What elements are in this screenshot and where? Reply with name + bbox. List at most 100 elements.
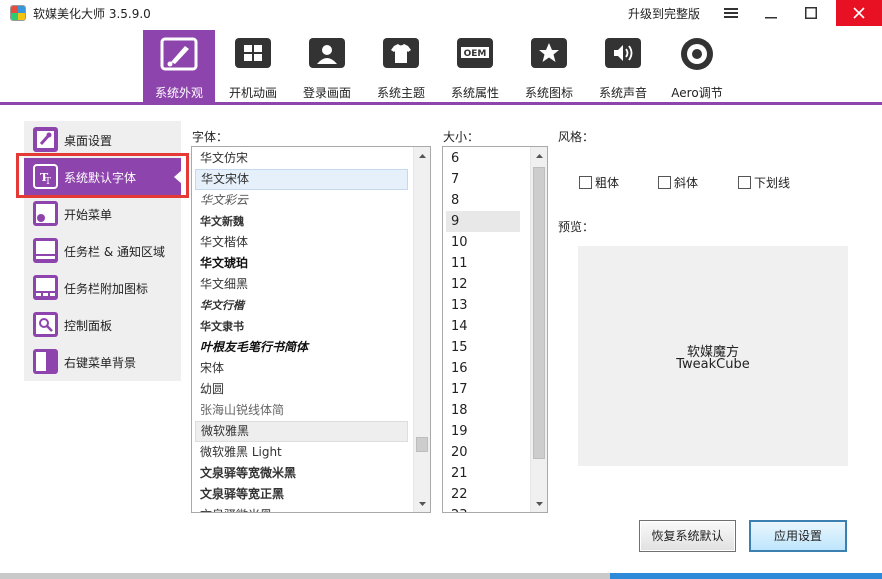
list-item[interactable]: 15	[446, 337, 520, 358]
app-logo-icon	[10, 5, 26, 21]
size-label: 大小：	[443, 130, 480, 144]
scroll-down-arrow-icon[interactable]	[414, 495, 430, 512]
sidebar: 桌面设置 TT 系统默认字体 开始菜单 任务栏 & 通知区域 任务栏附加图标 控…	[24, 121, 182, 381]
sidebar-item-label: 开始菜单	[64, 208, 113, 222]
list-item[interactable]: 微软雅黑 Light	[195, 442, 408, 463]
checkbox-box[interactable]	[738, 176, 751, 189]
list-item[interactable]: 华文新魏	[195, 211, 408, 232]
font-list-scrollbar[interactable]	[413, 147, 430, 512]
speaker-icon	[605, 38, 641, 68]
list-item[interactable]: 文泉驿等宽微米黑	[195, 463, 408, 484]
checkbox-label: 斜体	[674, 176, 699, 190]
list-item[interactable]: 8	[446, 190, 520, 211]
sidebar-item-label: 控制面板	[64, 319, 113, 333]
list-item[interactable]: 19	[446, 421, 520, 442]
nav-item-aero[interactable]: Aero调节	[661, 30, 733, 102]
list-item[interactable]: 14	[446, 316, 520, 337]
oem-icon: OEM	[457, 38, 493, 68]
nav-item-sounds[interactable]: 系统声音	[587, 30, 659, 102]
nav-item-boot-animation[interactable]: 开机动画	[217, 30, 289, 102]
list-item[interactable]: 文泉驿微米黑	[195, 505, 408, 512]
size-list-scrollbar[interactable]	[530, 147, 547, 512]
nav-item-theme[interactable]: 系统主题	[365, 30, 437, 102]
preview-text-line2: TweakCube	[676, 357, 750, 372]
top-navigation: 系统外观 开机动画 登录画面 系统主题 OEM 系统属性 系统图标 系统声音 A…	[0, 26, 882, 105]
list-item[interactable]: 23	[446, 505, 520, 512]
list-item[interactable]: 张海山锐线体简	[195, 400, 408, 421]
list-item[interactable]: 华文楷体	[195, 232, 408, 253]
nav-item-icons[interactable]: 系统图标	[513, 30, 585, 102]
italic-checkbox[interactable]: 斜体	[658, 174, 698, 191]
list-item[interactable]: 9	[446, 211, 520, 232]
list-item[interactable]: 22	[446, 484, 520, 505]
nav-item-properties[interactable]: OEM 系统属性	[439, 30, 511, 102]
restore-default-button[interactable]: 恢复系统默认	[639, 520, 736, 552]
scroll-thumb[interactable]	[416, 437, 428, 452]
checkbox-label: 粗体	[595, 176, 620, 190]
checkbox-box[interactable]	[658, 176, 671, 189]
taskbar-icon	[33, 238, 58, 263]
checkbox-box[interactable]	[579, 176, 592, 189]
list-item[interactable]: 叶根友毛笔行书简体	[195, 337, 408, 358]
list-item[interactable]: 宋体	[195, 358, 408, 379]
windows-logo-icon	[235, 38, 271, 68]
list-item[interactable]: 11	[446, 253, 520, 274]
sidebar-item-start-menu[interactable]: 开始菜单	[24, 195, 181, 232]
nav-label: 开机动画	[228, 86, 277, 100]
list-item[interactable]: 10	[446, 232, 520, 253]
sidebar-item-taskbar[interactable]: 任务栏 & 通知区域	[24, 232, 181, 269]
sidebar-item-label: 任务栏 & 通知区域	[64, 245, 165, 259]
size-listbox[interactable]: 6 7 8 9 10 11 12 13 14 15 16 17 18 19 20…	[442, 146, 548, 513]
list-item[interactable]: 21	[446, 463, 520, 484]
bold-checkbox[interactable]: 粗体	[579, 174, 619, 191]
preview-box: 软媒魔方 TweakCube	[578, 246, 848, 466]
maximize-button[interactable]	[791, 0, 831, 26]
sidebar-item-desktop[interactable]: 桌面设置	[24, 121, 181, 158]
list-item[interactable]: 华文隶书	[195, 316, 408, 337]
list-item[interactable]: 18	[446, 400, 520, 421]
list-item[interactable]: 13	[446, 295, 520, 316]
style-label: 风格：	[558, 130, 595, 144]
minimize-button[interactable]	[751, 0, 791, 26]
nav-label: 登录画面	[302, 86, 351, 100]
scroll-up-arrow-icon[interactable]	[414, 147, 430, 164]
list-item[interactable]: 7	[446, 169, 520, 190]
list-item[interactable]: 幼圆	[195, 379, 408, 400]
underline-checkbox[interactable]: 下划线	[738, 174, 790, 191]
list-item[interactable]: 微软雅黑	[195, 421, 408, 442]
list-item[interactable]: 华文仿宋	[195, 148, 408, 169]
menu-button[interactable]	[711, 0, 751, 26]
sidebar-item-default-font[interactable]: TT 系统默认字体	[24, 158, 182, 195]
star-icon	[531, 38, 567, 68]
control-panel-icon	[33, 312, 58, 337]
start-menu-icon	[33, 201, 58, 226]
list-item[interactable]: 17	[446, 379, 520, 400]
scroll-down-arrow-icon[interactable]	[531, 495, 547, 512]
list-item[interactable]: 华文细黑	[195, 274, 408, 295]
list-item[interactable]: 16	[446, 358, 520, 379]
sidebar-item-taskbar-extra[interactable]: 任务栏附加图标	[24, 269, 181, 306]
scroll-thumb[interactable]	[533, 167, 545, 459]
list-item[interactable]: 20	[446, 442, 520, 463]
list-item[interactable]: 华文宋体	[195, 169, 408, 190]
font-listbox[interactable]: 华文仿宋 华文宋体 华文彩云 华文新魏 华文楷体 华文琥珀 华文细黑 华文行楷 …	[191, 146, 431, 513]
minimize-icon	[765, 17, 777, 19]
close-icon	[853, 7, 865, 19]
list-item[interactable]: 华文彩云	[195, 190, 408, 211]
list-item[interactable]: 6	[446, 148, 520, 169]
upgrade-link[interactable]: 升级到完整版	[628, 5, 700, 22]
sidebar-item-context-menu[interactable]: 右键菜单背景	[24, 343, 181, 380]
close-button[interactable]	[836, 0, 882, 26]
list-item[interactable]: 华文琥珀	[195, 253, 408, 274]
sidebar-item-control-panel[interactable]: 控制面板	[24, 306, 181, 343]
list-item[interactable]: 文泉驿等宽正黑	[195, 484, 408, 505]
nav-label: Aero调节	[671, 86, 723, 100]
nav-item-appearance[interactable]: 系统外观	[143, 30, 215, 105]
scroll-up-arrow-icon[interactable]	[531, 147, 547, 164]
list-item[interactable]: 华文行楷	[195, 295, 408, 316]
nav-item-login-screen[interactable]: 登录画面	[291, 30, 363, 102]
apply-settings-button[interactable]: 应用设置	[749, 520, 847, 552]
title-bar: 软媒美化大师 3.5.9.0 升级到完整版	[0, 0, 882, 26]
svg-text:T: T	[45, 177, 51, 187]
list-item[interactable]: 12	[446, 274, 520, 295]
